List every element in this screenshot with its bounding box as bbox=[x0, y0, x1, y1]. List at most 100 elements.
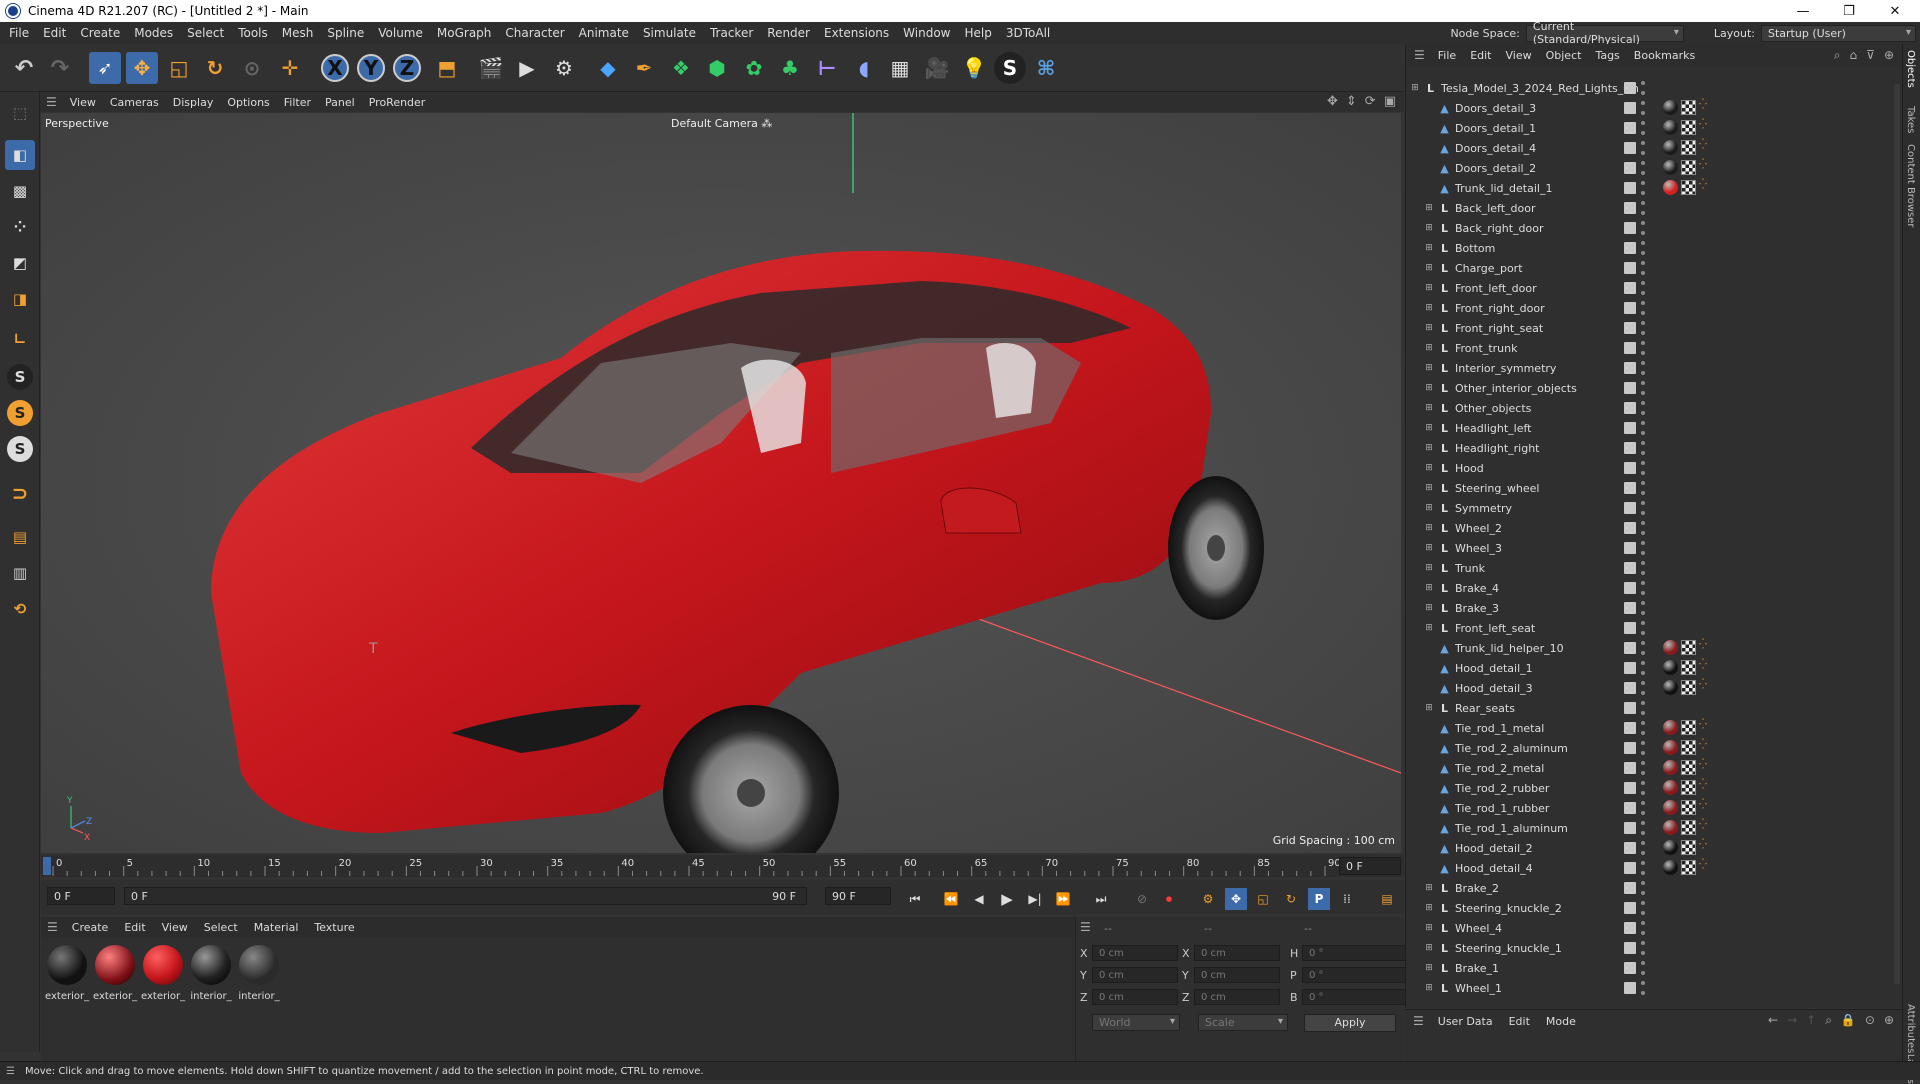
editor-render-dots-icon[interactable] bbox=[1641, 101, 1645, 115]
object-home-icon[interactable]: ⌂ bbox=[1850, 48, 1858, 63]
attr-settings-icon[interactable]: ⊙ bbox=[1865, 1013, 1875, 1028]
object-row[interactable]: ▲ Tie_rod_2_metal ⁛ bbox=[1406, 758, 1903, 778]
select-tool-icon[interactable]: ➶ bbox=[89, 52, 121, 84]
range-start-field[interactable]: 0 F bbox=[47, 887, 115, 905]
uvw-tag-icon[interactable] bbox=[1681, 160, 1696, 175]
expand-toggle-icon[interactable]: ⊞ bbox=[1424, 323, 1434, 333]
field-icon[interactable]: ◖ bbox=[848, 52, 880, 84]
object-row[interactable]: ⊞ L Brake_3 bbox=[1406, 598, 1903, 618]
editor-render-dots-icon[interactable] bbox=[1641, 121, 1645, 135]
menu-help[interactable]: Help bbox=[958, 26, 999, 40]
visibility-check-icon[interactable] bbox=[1624, 562, 1636, 574]
expand-toggle-icon[interactable] bbox=[1424, 683, 1434, 693]
editor-render-dots-icon[interactable] bbox=[1641, 201, 1645, 215]
coord-value-field[interactable]: 0 cm bbox=[1092, 945, 1178, 961]
expand-toggle-icon[interactable] bbox=[1424, 143, 1434, 153]
menu-animate[interactable]: Animate bbox=[572, 26, 636, 40]
visibility-check-icon[interactable] bbox=[1624, 782, 1636, 794]
subdivision-icon[interactable]: ❖ bbox=[665, 52, 697, 84]
coord-value-field[interactable]: 0 cm bbox=[1092, 989, 1178, 1005]
object-row[interactable]: ⊞ L Back_left_door bbox=[1406, 198, 1903, 218]
visibility-check-icon[interactable] bbox=[1624, 802, 1636, 814]
menu-character[interactable]: Character bbox=[498, 26, 571, 40]
expand-toggle-icon[interactable]: ⊞ bbox=[1424, 583, 1434, 593]
menu-tools[interactable]: Tools bbox=[231, 26, 275, 40]
object-row[interactable]: ⊞ L Hood bbox=[1406, 458, 1903, 478]
material-tag-icon[interactable] bbox=[1663, 820, 1678, 835]
phong-tag-icon[interactable]: ⁛ bbox=[1699, 680, 1711, 694]
material-tag-icon[interactable] bbox=[1663, 140, 1678, 155]
visibility-check-icon[interactable] bbox=[1624, 302, 1636, 314]
y-axis-lock-icon[interactable]: Y bbox=[357, 54, 385, 82]
object-row[interactable]: ⊞ L Bottom bbox=[1406, 238, 1903, 258]
editor-render-dots-icon[interactable] bbox=[1641, 241, 1645, 255]
close-button[interactable]: ✕ bbox=[1872, 0, 1918, 22]
object-row[interactable]: ▲ Tie_rod_1_metal ⁛ bbox=[1406, 718, 1903, 738]
visibility-check-icon[interactable] bbox=[1624, 422, 1636, 434]
object-menu-object[interactable]: Object bbox=[1539, 49, 1589, 62]
object-row[interactable]: ▲ Hood_detail_3 ⁛ bbox=[1406, 678, 1903, 698]
extrude-icon[interactable]: ⬢ bbox=[701, 52, 733, 84]
material-menu-select[interactable]: Select bbox=[196, 921, 246, 934]
uvw-tag-icon[interactable] bbox=[1681, 860, 1696, 875]
uvw-tag-icon[interactable] bbox=[1681, 660, 1696, 675]
object-row[interactable]: ▲ Doors_detail_3 ⁛ bbox=[1406, 98, 1903, 118]
timeline-ruler[interactable]: 0 5 10 15 20 25 30 35 40 45 50 55 60 65 70 75 80 85 90 0 F bbox=[41, 855, 1404, 877]
next-key-icon[interactable]: ⏩ bbox=[1052, 888, 1074, 910]
editor-render-dots-icon[interactable] bbox=[1641, 181, 1645, 195]
object-row[interactable]: ⊞ L Brake_2 bbox=[1406, 878, 1903, 898]
expand-toggle-icon[interactable]: ⊞ bbox=[1424, 623, 1434, 633]
expand-toggle-icon[interactable] bbox=[1424, 723, 1434, 733]
expand-toggle-icon[interactable]: ⊞ bbox=[1424, 383, 1434, 393]
editor-render-dots-icon[interactable] bbox=[1641, 701, 1645, 715]
object-row[interactable]: ⊞ L Charge_port bbox=[1406, 258, 1903, 278]
material-tag-icon[interactable] bbox=[1663, 120, 1678, 135]
object-row[interactable]: ⊞ L Front_right_seat bbox=[1406, 318, 1903, 338]
expand-toggle-icon[interactable] bbox=[1424, 803, 1434, 813]
menu-extensions[interactable]: Extensions bbox=[817, 26, 896, 40]
phong-tag-icon[interactable]: ⁛ bbox=[1699, 800, 1711, 814]
object-row[interactable]: ▲ Doors_detail_2 ⁛ bbox=[1406, 158, 1903, 178]
visibility-check-icon[interactable] bbox=[1624, 82, 1636, 94]
material-tag-icon[interactable] bbox=[1663, 740, 1678, 755]
magnet-icon[interactable]: ⊃ bbox=[5, 478, 35, 508]
object-row[interactable]: ⊞ L Trunk bbox=[1406, 558, 1903, 578]
expand-toggle-icon[interactable]: ⊞ bbox=[1424, 423, 1434, 433]
editor-render-dots-icon[interactable] bbox=[1641, 861, 1645, 875]
viewport-pan-icon[interactable]: ✥ bbox=[1327, 94, 1338, 109]
visibility-check-icon[interactable] bbox=[1624, 902, 1636, 914]
material-tag-icon[interactable] bbox=[1663, 860, 1678, 875]
material-tag-icon[interactable] bbox=[1663, 720, 1678, 735]
visibility-check-icon[interactable] bbox=[1624, 662, 1636, 674]
play-icon[interactable]: ▶ bbox=[996, 888, 1018, 910]
visibility-check-icon[interactable] bbox=[1624, 622, 1636, 634]
key-position-icon[interactable]: ✥ bbox=[1225, 888, 1247, 910]
object-menu-view[interactable]: View bbox=[1499, 49, 1539, 62]
viewport-camera-label[interactable]: Default Camera ⁂ bbox=[671, 117, 772, 130]
attribute-menu-edit[interactable]: Edit bbox=[1501, 1015, 1538, 1028]
editor-render-dots-icon[interactable] bbox=[1641, 601, 1645, 615]
coord-value-field[interactable]: 0 ° bbox=[1302, 945, 1410, 961]
object-row[interactable]: ⊞ L Wheel_2 bbox=[1406, 518, 1903, 538]
expand-toggle-icon[interactable] bbox=[1424, 763, 1434, 773]
workplane-icon[interactable]: ▤ bbox=[5, 522, 35, 552]
visibility-check-icon[interactable] bbox=[1624, 502, 1636, 514]
move-tool-icon[interactable]: ✥ bbox=[126, 52, 158, 84]
editor-render-dots-icon[interactable] bbox=[1641, 521, 1645, 535]
expand-toggle-icon[interactable]: ⊞ bbox=[1424, 963, 1434, 973]
viewport-menu-filter[interactable]: Filter bbox=[277, 96, 318, 109]
python-icon[interactable]: ⌘ bbox=[1030, 52, 1062, 84]
attribute-menu-hamburger-icon[interactable]: ☰ bbox=[1413, 1014, 1424, 1028]
live-selection-icon[interactable]: ⊙ bbox=[236, 52, 268, 84]
editor-render-dots-icon[interactable] bbox=[1641, 661, 1645, 675]
phong-tag-icon[interactable]: ⁛ bbox=[1699, 840, 1711, 854]
preview-range-slider[interactable]: 0 F 90 F bbox=[124, 887, 807, 905]
pen-spline-icon[interactable]: ✒ bbox=[628, 52, 660, 84]
menu-mograph[interactable]: MoGraph bbox=[430, 26, 499, 40]
expand-toggle-icon[interactable] bbox=[1424, 123, 1434, 133]
object-row[interactable]: ⊞ L Wheel_1 bbox=[1406, 978, 1903, 998]
playhead[interactable] bbox=[43, 857, 51, 875]
visibility-check-icon[interactable] bbox=[1624, 862, 1636, 874]
menu-edit[interactable]: Edit bbox=[36, 26, 73, 40]
make-editable-icon[interactable]: ⬚ bbox=[5, 98, 35, 128]
